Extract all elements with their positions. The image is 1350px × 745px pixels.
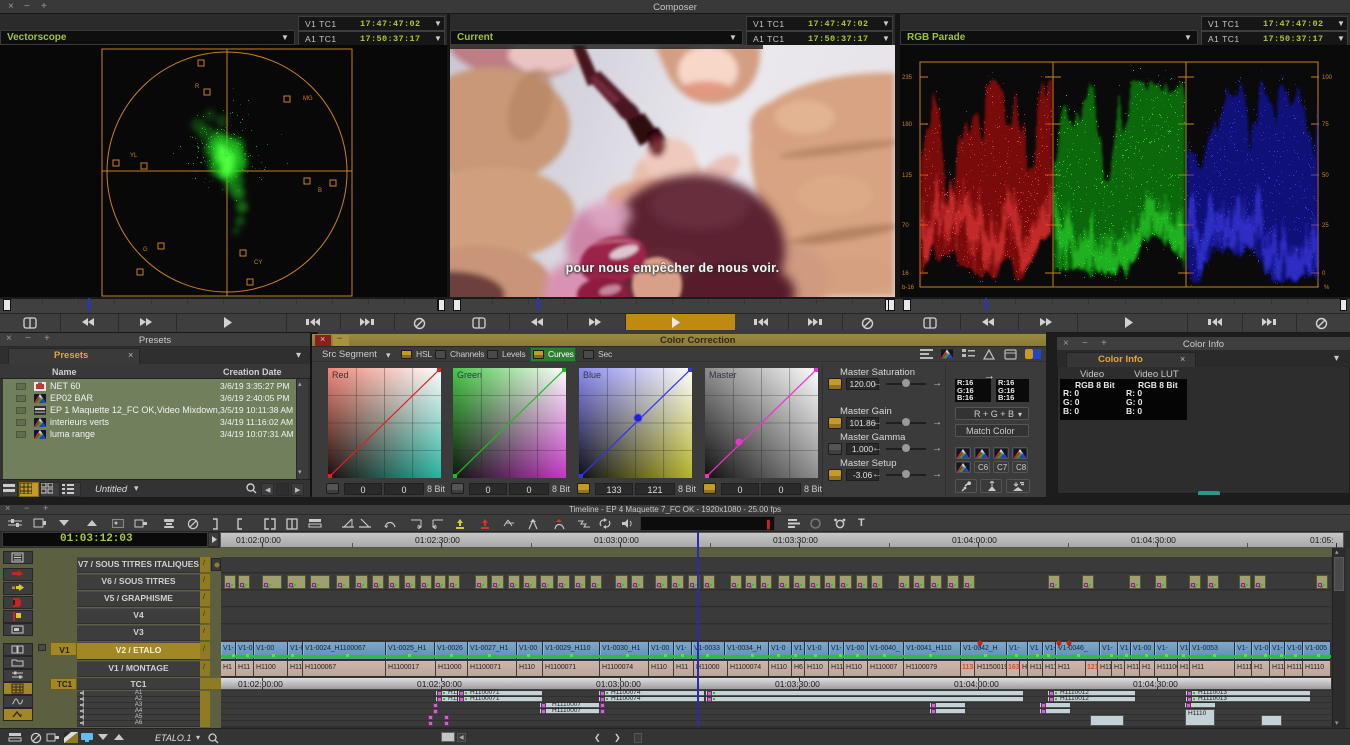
svg-text:MG: MG — [303, 96, 313, 102]
svg-text:125: 125 — [902, 173, 913, 179]
svg-text:70: 70 — [902, 223, 909, 229]
svg-text:50: 50 — [1322, 173, 1329, 179]
svg-text:25: 25 — [1322, 223, 1329, 229]
svg-text:235: 235 — [902, 75, 913, 81]
svg-text:G: G — [143, 247, 148, 253]
svg-text:CY: CY — [254, 260, 262, 266]
svg-text:0: 0 — [1322, 271, 1326, 277]
svg-text:16: 16 — [902, 271, 909, 277]
svg-text:YL: YL — [130, 153, 138, 159]
svg-text:180: 180 — [902, 122, 913, 128]
svg-text:R: R — [195, 84, 200, 90]
svg-text:%: % — [1324, 285, 1330, 291]
svg-text:b-16: b-16 — [902, 285, 915, 291]
svg-text:75: 75 — [1322, 122, 1329, 128]
svg-text:B: B — [318, 188, 322, 194]
svg-text:100: 100 — [1322, 75, 1333, 81]
